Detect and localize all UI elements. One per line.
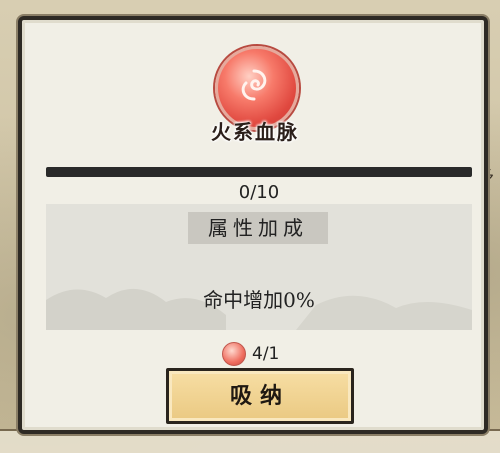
fire-orb-icon [222,342,246,366]
absorb-progress-bar [46,167,472,177]
absorb-cost: 4/1 [222,342,279,366]
bloodline-name: 火系血脉 [211,120,299,144]
accuracy-bonus-text: 命中增加0% [203,288,315,312]
attribute-bonus-box: 属性加成 命中增加0% [46,204,472,330]
attribute-bonus-title: 属性加成 [188,212,328,244]
absorb-button[interactable]: 吸纳 [166,368,354,424]
bloodline-panel: 火系血脉 0/10 属性加成 命中增加0% 4/1 吸纳 [18,16,488,434]
absorb-cost-text: 4/1 [252,344,280,364]
absorb-progress-text: 0/10 [238,182,280,203]
